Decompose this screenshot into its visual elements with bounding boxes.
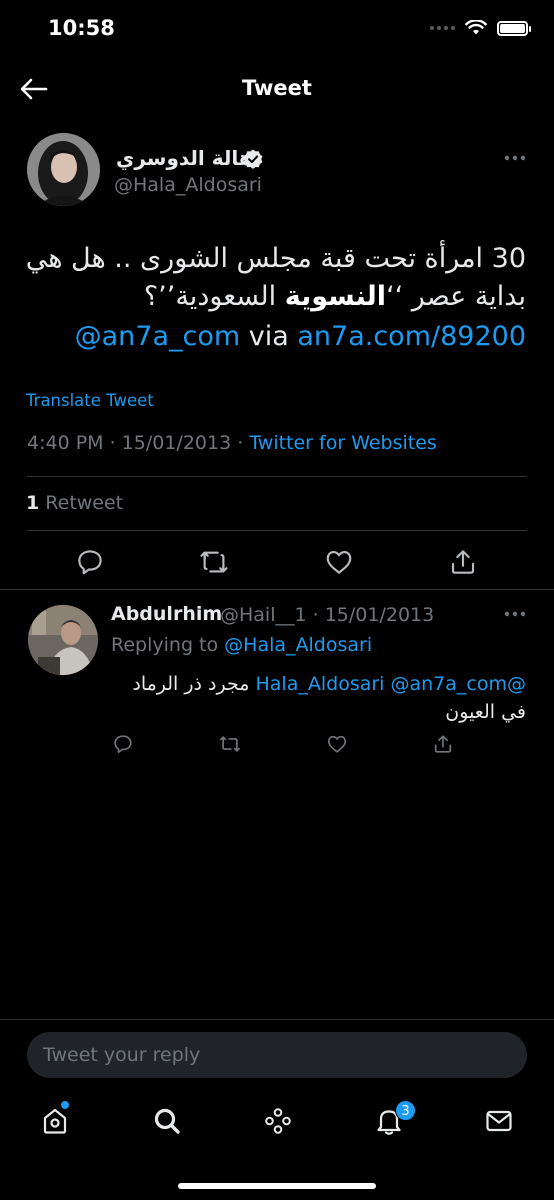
tab-spaces[interactable] — [262, 1105, 294, 1137]
reply-author-name[interactable]: Abdulrhim — [111, 603, 222, 625]
author-handle[interactable]: @Hala_Aldosari — [114, 174, 262, 196]
retweet-number: 1 — [26, 492, 40, 514]
divider — [27, 476, 527, 477]
more-options-icon[interactable] — [503, 154, 527, 162]
retweet-icon — [220, 736, 240, 752]
translate-tweet-link[interactable]: Translate Tweet — [26, 391, 154, 410]
reply-button[interactable] — [75, 547, 105, 577]
verified-badge-icon — [243, 149, 263, 169]
reply-avatar[interactable] — [28, 605, 98, 675]
tweet-text-line-1: 30 امرأة تحت قبة مجلس الشورى .. هل هي — [25, 243, 526, 274]
retweet-count[interactable]: 1 Retweet — [26, 492, 123, 514]
tab-home[interactable] — [39, 1105, 71, 1137]
tab-search[interactable] — [151, 1105, 183, 1137]
reply-mention-2[interactable]: @an7a_com — [391, 673, 508, 695]
reply-icon — [114, 735, 132, 754]
notifications-badge: 3 — [395, 1100, 416, 1121]
tweet-text: 30 امرأة تحت قبة مجلس الشورى .. هل هي بد… — [24, 240, 526, 316]
home-icon — [43, 1108, 67, 1134]
battery-icon — [497, 20, 531, 36]
reply-text: @Hala_Aldosari @an7a_com مجرد ذر الرماد … — [111, 670, 526, 726]
mail-icon — [486, 1110, 512, 1132]
tweet-link-line: @an7a_com via an7a.com/89200 — [24, 318, 526, 356]
signal-icon — [430, 26, 455, 30]
reply-retweet-button[interactable] — [219, 733, 241, 755]
wifi-icon — [465, 20, 487, 35]
reply-icon — [78, 550, 102, 575]
author-name[interactable]: هالة الدوسري — [116, 146, 253, 170]
page-title: Tweet — [242, 76, 312, 100]
replying-to-handle[interactable]: @Hala_Aldosari — [224, 634, 372, 656]
share-button[interactable] — [448, 547, 478, 577]
avatar[interactable] — [27, 133, 100, 206]
reply-more-options-icon[interactable] — [503, 610, 527, 618]
replying-to: Replying to @Hala_Aldosari — [111, 634, 372, 656]
tweet-text-bold: النسوية — [284, 281, 387, 312]
like-button[interactable] — [324, 547, 354, 577]
reply-handle-date[interactable]: @Hail__1 · 15/01/2013 — [220, 604, 434, 626]
share-icon — [451, 550, 475, 574]
tweet-text-segment: بداية عصر ‘‘ — [386, 281, 526, 312]
search-icon — [154, 1108, 180, 1134]
heart-icon — [326, 550, 352, 574]
compose-divider — [0, 1019, 554, 1020]
retweet-label: Retweet — [45, 492, 124, 514]
home-indicator — [178, 1183, 376, 1189]
retweet-button[interactable] — [199, 547, 229, 577]
retweet-icon — [200, 551, 228, 573]
timestamp: 4:40 PM · 15/01/2013 · — [27, 432, 250, 454]
replying-to-label: Replying to — [111, 634, 225, 656]
reply-input[interactable]: Tweet your reply — [27, 1032, 527, 1078]
reply-reply-button[interactable] — [112, 733, 134, 755]
source-link[interactable]: Twitter for Websites — [249, 432, 437, 454]
section-divider — [0, 589, 554, 590]
home-new-dot — [61, 1101, 69, 1109]
tweet-meta: 4:40 PM · 15/01/2013 · Twitter for Websi… — [27, 432, 437, 454]
spaces-icon — [265, 1108, 291, 1134]
share-icon — [434, 735, 452, 753]
divider — [27, 530, 527, 531]
heart-icon — [327, 735, 347, 753]
reply-input-placeholder: Tweet your reply — [43, 1044, 201, 1066]
reply-share-button[interactable] — [432, 733, 454, 755]
via-text: via — [248, 321, 289, 352]
tweet-text-line-2: بداية عصر ‘‘النسوية السعودية’’؟ — [24, 278, 526, 316]
status-time: 10:58 — [48, 16, 115, 40]
status-icons — [430, 20, 531, 36]
tweet-text-segment: السعودية’’؟ — [143, 281, 285, 312]
reply-like-button[interactable] — [326, 733, 348, 755]
mention-link[interactable]: @an7a_com — [75, 321, 241, 352]
tab-messages[interactable] — [483, 1105, 515, 1137]
url-link[interactable]: an7a.com/89200 — [297, 321, 526, 352]
